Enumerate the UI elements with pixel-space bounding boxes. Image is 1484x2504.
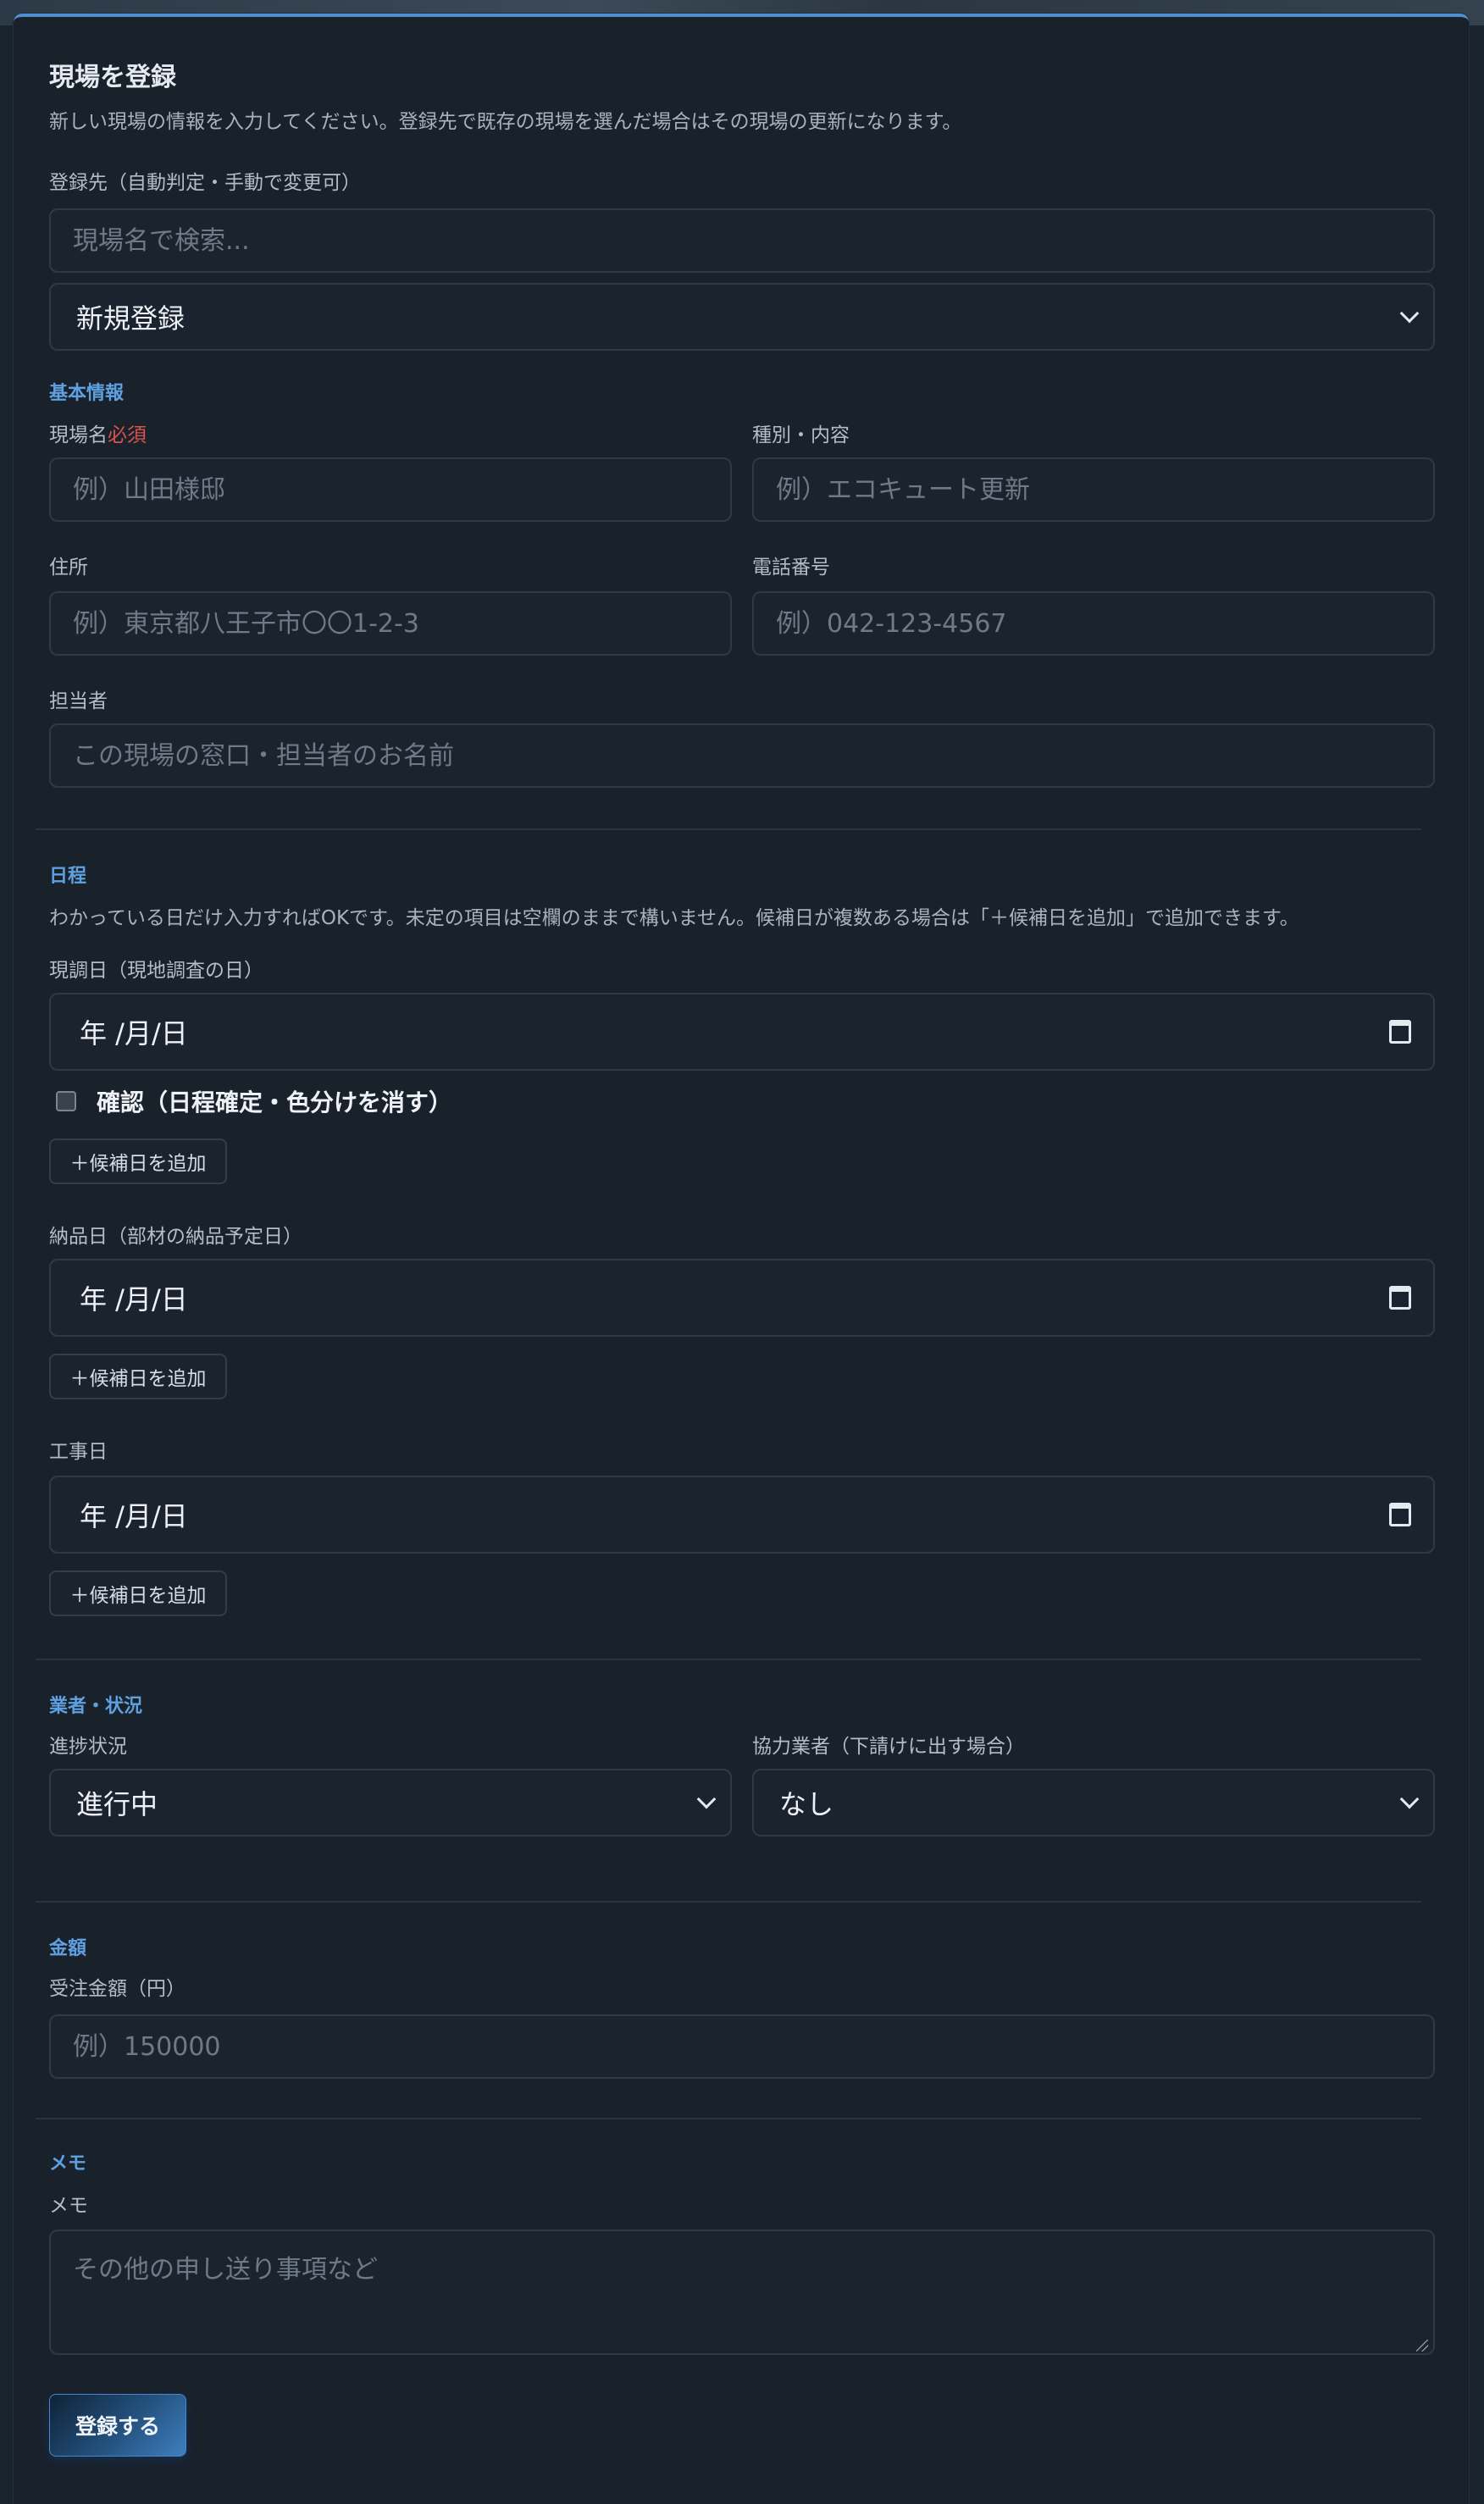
target-select[interactable]: 新規登録: [49, 283, 1435, 351]
confirm-checkbox[interactable]: [56, 1091, 76, 1111]
divider: [36, 828, 1421, 830]
section-vendor-status: 業者・状況: [49, 1696, 143, 1717]
calendar-icon[interactable]: [1389, 1020, 1411, 1044]
site-name-input[interactable]: [49, 457, 732, 522]
chevron-down-icon: [1399, 1789, 1420, 1809]
required-badge: 必須: [108, 424, 147, 446]
section-basic-info: 基本情報: [49, 383, 125, 404]
progress-select[interactable]: 進行中: [49, 1769, 732, 1836]
resize-handle-icon[interactable]: [1416, 2340, 1428, 2352]
submit-button[interactable]: 登録する: [49, 2394, 186, 2457]
site-name-label: 現場名必須: [49, 418, 147, 447]
type-input[interactable]: [752, 457, 1435, 522]
divider: [36, 2118, 1421, 2119]
target-label: 登録先（自動判定・手動で変更可）: [49, 172, 361, 194]
contact-label: 担当者: [49, 690, 108, 712]
section-schedule: 日程: [49, 866, 87, 887]
construction-date-label: 工事日: [49, 1441, 108, 1463]
order-amount-input[interactable]: [49, 2014, 1435, 2079]
progress-select-value: 進行中: [76, 1788, 158, 1820]
delivery-date-label: 納品日（部材の納品予定日）: [49, 1226, 302, 1248]
divider: [36, 1901, 1421, 1903]
schedule-note: わかっている日だけ入力すればOKです。未定の項目は空欄のままで構いません。候補日…: [49, 907, 1299, 929]
section-amount: 金額: [49, 1938, 87, 1959]
divider: [36, 1659, 1421, 1660]
partner-select[interactable]: なし: [752, 1769, 1435, 1836]
construction-date-value: 年 /月/日: [80, 1500, 188, 1532]
delivery-date-value: 年 /月/日: [80, 1283, 188, 1316]
phone-input[interactable]: [752, 591, 1435, 656]
partner-select-value: なし: [779, 1788, 834, 1820]
survey-date-value: 年 /月/日: [80, 1017, 188, 1050]
survey-date-label: 現調日（現地調査の日）: [49, 960, 263, 982]
address-label: 住所: [49, 557, 88, 579]
confirm-checkbox-label: 確認（日程確定・色分けを消す）: [97, 1089, 453, 1116]
target-search-input[interactable]: [49, 208, 1435, 273]
add-candidate-survey-button[interactable]: ＋候補日を追加: [49, 1138, 227, 1184]
chevron-down-icon: [696, 1789, 717, 1809]
site-name-label-text: 現場名: [49, 424, 108, 446]
chevron-down-icon: [1399, 303, 1420, 324]
survey-date-input[interactable]: 年 /月/日: [49, 993, 1435, 1071]
memo-textarea[interactable]: [49, 2230, 1435, 2355]
section-memo: メモ: [49, 2153, 87, 2174]
memo-label: メモ: [49, 2195, 88, 2217]
form-description: 新しい現場の情報を入力してください。登録先で既存の現場を選んだ場合はその現場の更…: [49, 111, 962, 133]
progress-label: 進捗状況: [49, 1736, 127, 1758]
calendar-icon[interactable]: [1389, 1503, 1411, 1526]
address-input[interactable]: [49, 591, 732, 656]
target-select-value: 新規登録: [76, 302, 186, 335]
add-candidate-delivery-button[interactable]: ＋候補日を追加: [49, 1354, 227, 1399]
order-amount-label: 受注金額（円）: [49, 1978, 186, 2000]
phone-label: 電話番号: [752, 557, 830, 579]
construction-date-input[interactable]: 年 /月/日: [49, 1476, 1435, 1554]
form-title: 現場を登録: [49, 63, 176, 92]
partner-label: 協力業者（下請けに出す場合）: [752, 1736, 1025, 1758]
add-candidate-construction-button[interactable]: ＋候補日を追加: [49, 1571, 227, 1616]
calendar-icon[interactable]: [1389, 1286, 1411, 1310]
type-label: 種別・内容: [752, 424, 850, 446]
delivery-date-input[interactable]: 年 /月/日: [49, 1259, 1435, 1337]
contact-input[interactable]: [49, 723, 1435, 788]
